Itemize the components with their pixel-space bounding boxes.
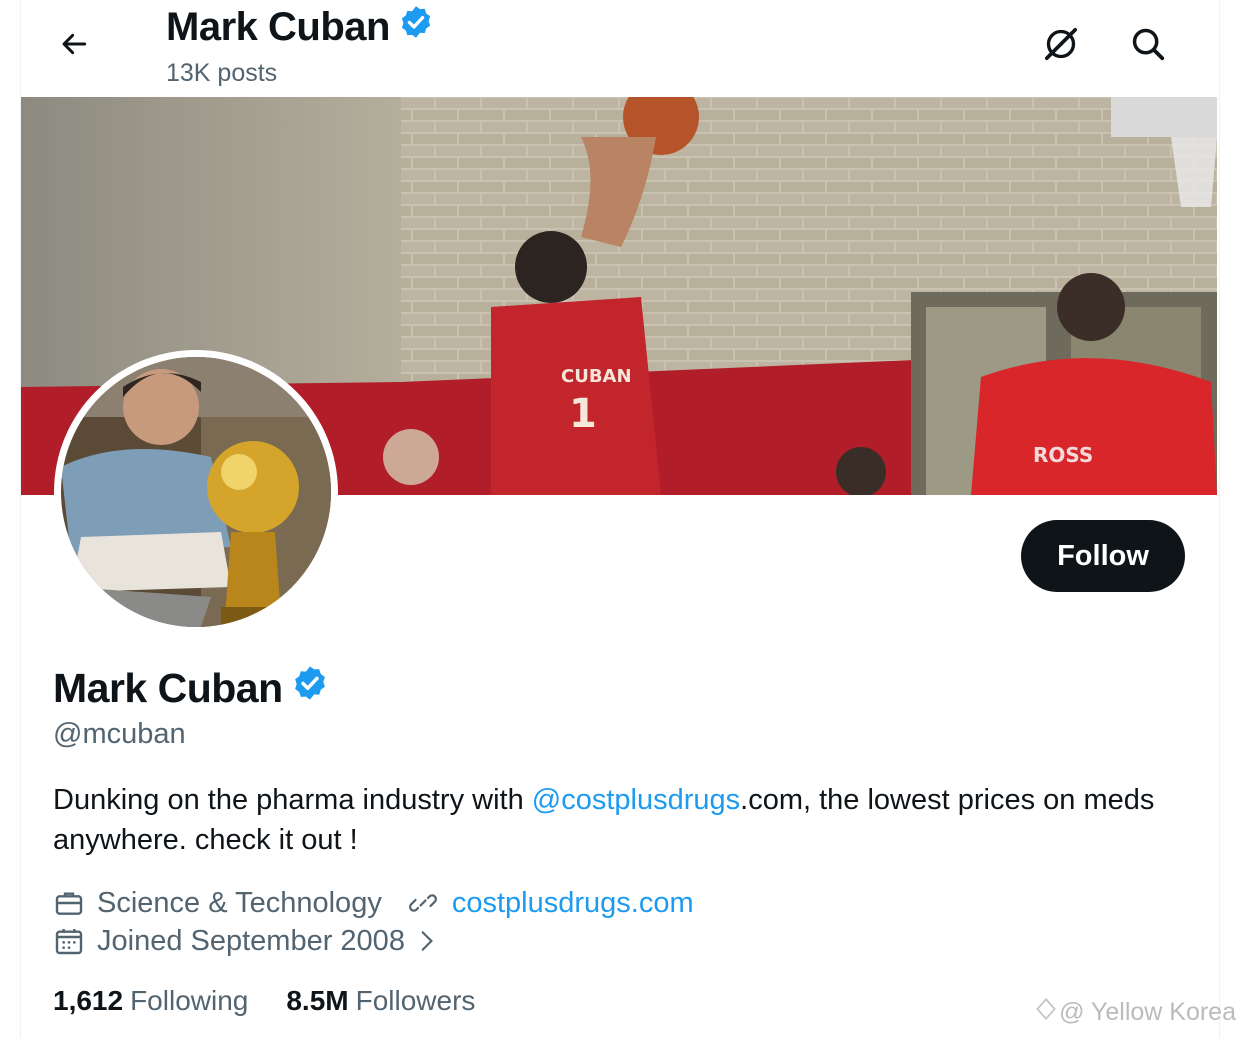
profile-joined-date: Joined September 2008 <box>97 924 405 957</box>
verified-badge-icon <box>398 4 434 50</box>
following-link[interactable]: 1,612 Following <box>53 985 248 1017</box>
profile-website-link[interactable]: costplusdrugs.com <box>452 887 694 920</box>
profile-avatar[interactable] <box>54 350 338 634</box>
followers-link[interactable]: 8.5M Followers <box>286 985 475 1017</box>
profile-meta-row-1: Science & Technology costplusdrugs.com <box>53 886 694 920</box>
bio-mention-link[interactable]: @costplusdrugs <box>532 784 740 816</box>
followers-label: Followers <box>355 985 476 1016</box>
grok-icon <box>1045 28 1077 61</box>
follow-button[interactable]: Follow <box>1021 520 1185 592</box>
profile-name-text: Mark Cuban <box>53 664 283 711</box>
following-count: 1,612 <box>53 985 124 1016</box>
banner-jersey-name-2: ROSS <box>1033 443 1093 467</box>
watermark-logo-icon <box>1033 996 1059 1029</box>
profile-stats: 1,612 Following 8.5M Followers <box>53 985 475 1017</box>
briefcase-icon <box>53 886 87 920</box>
search-button[interactable] <box>1124 20 1172 68</box>
followers-count: 8.5M <box>286 985 349 1016</box>
header-name-text: Mark Cuban <box>166 4 390 49</box>
watermark-text: @ Yellow Korea <box>1059 998 1236 1026</box>
bio-text-prefix: Dunking on the pharma industry with <box>53 784 532 816</box>
profile-handle: @mcuban <box>53 718 186 750</box>
watermark: @ Yellow Korea <box>1033 996 1236 1029</box>
profile-bio: Dunking on the pharma industry with @cos… <box>53 780 1193 860</box>
back-arrow-icon <box>62 33 87 55</box>
profile-category: Science & Technology <box>97 886 382 919</box>
grok-button[interactable] <box>1037 20 1085 68</box>
chevron-right-icon <box>413 924 447 958</box>
banner-jersey-number: 1 <box>569 391 597 437</box>
following-label: Following <box>130 985 249 1016</box>
profile-meta-row-2[interactable]: Joined September 2008 <box>53 924 457 958</box>
back-button[interactable] <box>50 20 98 68</box>
profile-name: Mark Cuban <box>53 664 329 712</box>
banner-jersey-name: CUBAN <box>561 366 632 387</box>
calendar-icon <box>53 924 87 958</box>
search-icon <box>1132 28 1165 61</box>
verified-badge-icon[interactable] <box>291 664 329 712</box>
header-name: Mark Cuban <box>166 4 434 50</box>
link-icon <box>408 886 442 920</box>
header-post-count: 13K posts <box>166 59 278 87</box>
